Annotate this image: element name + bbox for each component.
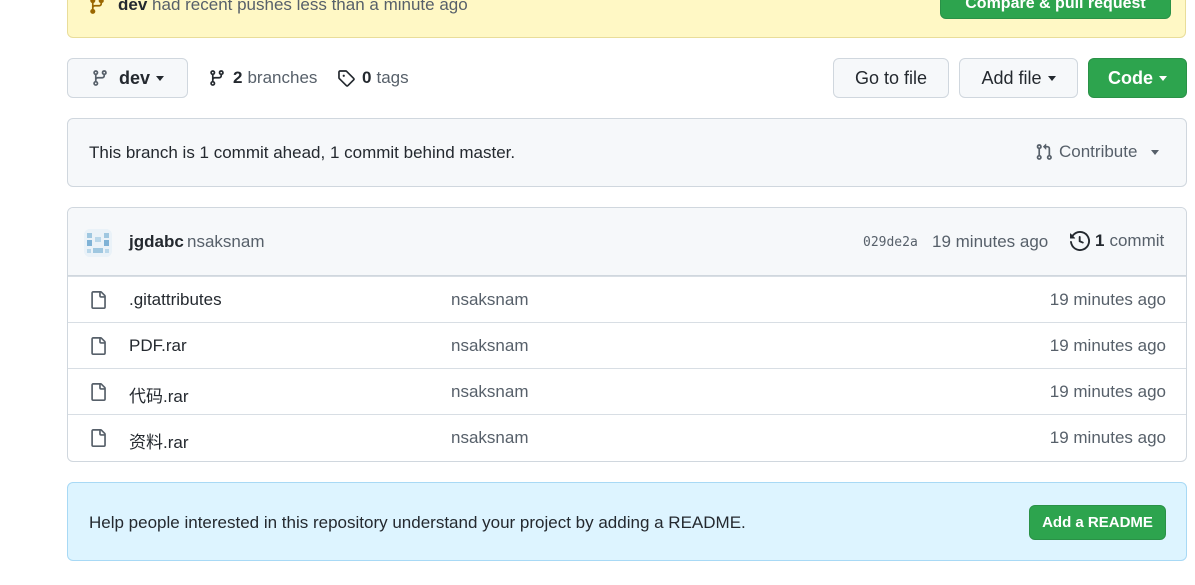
add-file-button[interactable]: Add file bbox=[959, 58, 1078, 98]
file-list: jgdabc nsaksnam 029de2a 19 minutes ago 1… bbox=[67, 207, 1187, 462]
commit-author[interactable]: jgdabc bbox=[129, 232, 184, 252]
file-row[interactable]: 资料.rar nsaksnam 19 minutes ago bbox=[68, 414, 1186, 460]
identicon-icon bbox=[84, 229, 112, 257]
caret-down-icon bbox=[156, 75, 165, 81]
file-name[interactable]: 代码.rar bbox=[129, 382, 189, 407]
caret-down-icon bbox=[1159, 75, 1167, 81]
file-row[interactable]: .gitattributes nsaksnam 19 minutes ago bbox=[68, 276, 1186, 322]
pull-request-icon bbox=[1036, 143, 1052, 160]
file-icon bbox=[91, 337, 106, 355]
contribute-label: Contribute bbox=[1059, 142, 1138, 161]
file-commit-message[interactable]: nsaksnam bbox=[451, 428, 528, 448]
recent-pushes-banner: dev had recent pushes less than a minute… bbox=[67, 0, 1186, 38]
git-branch-icon bbox=[93, 70, 107, 86]
file-icon bbox=[91, 429, 106, 447]
commit-sha[interactable]: 029de2a bbox=[863, 235, 918, 250]
git-branch-icon bbox=[90, 0, 104, 14]
readme-prompt-text: Help people interested in this repositor… bbox=[89, 513, 746, 532]
commit-history-link[interactable]: 1 commit bbox=[1070, 231, 1164, 251]
file-commit-time: 19 minutes ago bbox=[1049, 290, 1166, 309]
file-icon bbox=[91, 291, 106, 309]
file-row[interactable]: 代码.rar nsaksnam 19 minutes ago bbox=[68, 368, 1186, 414]
branches-link[interactable]: 2 branches bbox=[208, 66, 317, 90]
banner-message: dev had recent pushes less than a minute… bbox=[118, 0, 468, 15]
add-readme-button[interactable]: Add a README bbox=[1029, 505, 1166, 540]
banner-branch-name[interactable]: dev bbox=[118, 0, 147, 14]
file-name[interactable]: PDF.rar bbox=[129, 336, 187, 356]
tag-icon bbox=[338, 70, 355, 87]
banner-text: had recent pushes less than a minute ago bbox=[152, 0, 468, 14]
contribute-dropdown[interactable]: Contribute bbox=[1035, 142, 1160, 162]
branches-label: branches bbox=[247, 68, 318, 87]
tags-count: 0 bbox=[362, 68, 372, 87]
commit-label: commit bbox=[1109, 231, 1165, 250]
avatar[interactable] bbox=[84, 229, 112, 257]
branch-status-box: This branch is 1 commit ahead, 1 commit … bbox=[67, 118, 1187, 187]
file-commit-message[interactable]: nsaksnam bbox=[451, 336, 528, 356]
caret-down-icon bbox=[1151, 149, 1160, 155]
caret-down-icon bbox=[1047, 75, 1056, 81]
file-commit-message[interactable]: nsaksnam bbox=[451, 290, 528, 310]
file-name[interactable]: .gitattributes bbox=[129, 290, 222, 310]
git-branch-icon bbox=[210, 70, 224, 86]
branches-count: 2 bbox=[233, 68, 243, 87]
tags-link[interactable]: 0 tags bbox=[337, 66, 409, 90]
file-commit-time: 19 minutes ago bbox=[1049, 336, 1166, 355]
file-icon bbox=[91, 383, 106, 401]
commit-message[interactable]: nsaksnam bbox=[187, 232, 264, 252]
code-label: Code bbox=[1108, 67, 1153, 88]
latest-commit-bar: jgdabc nsaksnam 029de2a 19 minutes ago 1… bbox=[68, 208, 1186, 276]
add-file-label: Add file bbox=[981, 67, 1042, 88]
file-commit-message[interactable]: nsaksnam bbox=[451, 382, 528, 402]
readme-prompt: Help people interested in this repositor… bbox=[67, 482, 1187, 561]
history-icon bbox=[1070, 231, 1090, 251]
code-button[interactable]: Code bbox=[1088, 58, 1187, 98]
compare-pull-request-button[interactable]: Compare & pull request bbox=[940, 0, 1171, 19]
file-commit-time: 19 minutes ago bbox=[1049, 382, 1166, 401]
file-commit-time: 19 minutes ago bbox=[1049, 428, 1166, 447]
file-name[interactable]: 资料.rar bbox=[129, 428, 189, 453]
branch-select-button[interactable]: dev bbox=[67, 58, 188, 98]
tags-label: tags bbox=[376, 68, 409, 87]
go-to-file-button[interactable]: Go to file bbox=[833, 58, 949, 98]
file-row[interactable]: PDF.rar nsaksnam 19 minutes ago bbox=[68, 322, 1186, 368]
commit-count: 1 bbox=[1095, 231, 1105, 250]
branch-select-label: dev bbox=[118, 67, 151, 88]
branch-status-text: This branch is 1 commit ahead, 1 commit … bbox=[89, 143, 516, 162]
commit-time: 19 minutes ago bbox=[932, 232, 1049, 251]
